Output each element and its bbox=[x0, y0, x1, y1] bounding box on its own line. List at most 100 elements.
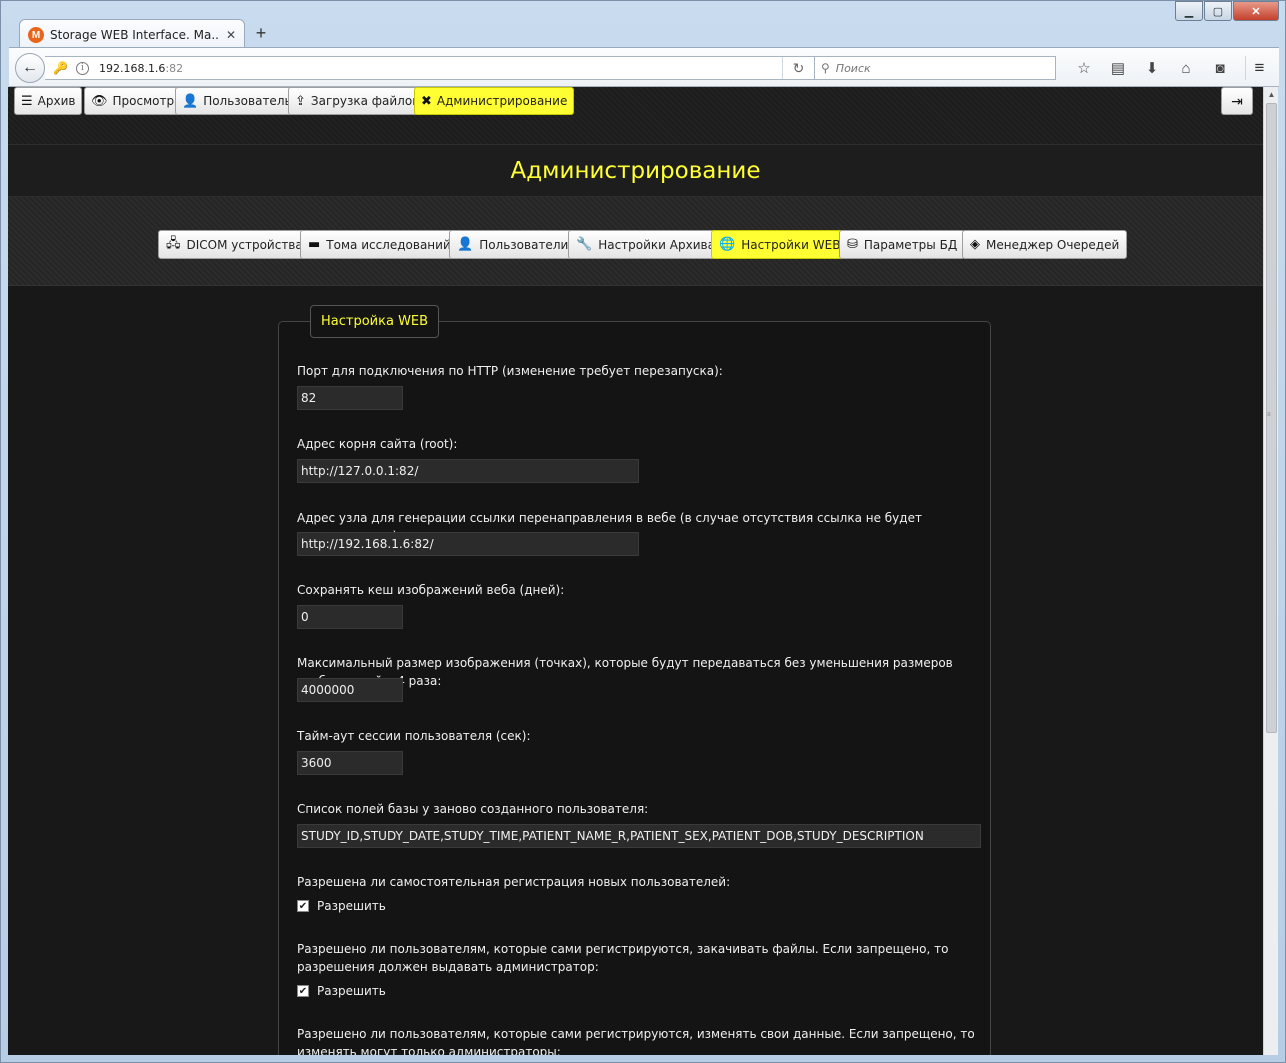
maximize-button[interactable]: ▢ bbox=[1204, 1, 1232, 21]
layers-icon: ◈ bbox=[970, 237, 980, 252]
top-menu: ☰ Архив 👁 Просмотр 👤 Пользователь ⇪ Загрузка… bbox=[8, 87, 1263, 144]
self-registration-checkbox[interactable]: ✔ bbox=[297, 900, 309, 912]
subnav-volumes-label: Тома исследований bbox=[326, 237, 451, 252]
subnav-users-label: Пользователи bbox=[479, 237, 569, 252]
session-timeout-input[interactable] bbox=[297, 751, 403, 775]
self-registration-option-label: Разрешить bbox=[317, 899, 386, 913]
scroll-up-icon[interactable]: ▲ bbox=[1264, 87, 1279, 102]
cache-days-input[interactable] bbox=[297, 605, 403, 629]
toolbar-icons: ☆ ▤ ⬇ ⌂ ◙ bbox=[1067, 56, 1237, 80]
self-registration-option[interactable]: ✔ Разрешить bbox=[297, 899, 386, 913]
subnav-web-label: Настройки WEB bbox=[741, 237, 841, 252]
http-port-input[interactable] bbox=[297, 386, 403, 410]
home-icon[interactable]: ⌂ bbox=[1169, 56, 1203, 80]
user-icon: 👤 bbox=[457, 237, 474, 252]
address-bar[interactable]: 🔑 i 192.168.1.6:82 ↻ bbox=[45, 56, 815, 80]
upload-permission-checkbox[interactable]: ✔ bbox=[297, 985, 309, 997]
navigation-toolbar: ← 🔑 i 192.168.1.6:82 ↻ ⚲ ☆ ▤ ⬇ ⌂ ◙ ≡ bbox=[9, 47, 1279, 87]
new-tab-button[interactable]: + bbox=[251, 23, 271, 44]
logout-button[interactable]: ⇥ bbox=[1221, 87, 1253, 115]
upload-icon: ⇪ bbox=[295, 93, 306, 109]
menu-upload-label: Загрузка файлов bbox=[310, 94, 420, 108]
tab-title: Storage WEB Interface. Ma... bbox=[50, 28, 220, 42]
menu-view-button[interactable]: 👁 Просмотр bbox=[84, 87, 182, 115]
menu-view-label: Просмотр bbox=[112, 94, 175, 108]
download-icon[interactable]: ⬇ bbox=[1135, 56, 1169, 80]
fieldset-legend: Настройка WEB bbox=[310, 305, 440, 338]
scrollbar-grip-icon: ≡ bbox=[1267, 412, 1271, 418]
upload-permission-option[interactable]: ✔ Разрешить bbox=[297, 984, 386, 998]
root-address-input[interactable] bbox=[297, 459, 639, 483]
subnav-dicom-devices[interactable]: 🖧 DICOM устройства bbox=[158, 230, 311, 259]
cache-days-label: Сохранять кеш изображений веба (дней): bbox=[297, 583, 565, 597]
subnav-db-params[interactable]: ⛁ Параметры БД bbox=[839, 230, 966, 259]
close-window-button[interactable]: ✕ bbox=[1233, 1, 1279, 21]
redirect-host-input[interactable] bbox=[297, 532, 639, 556]
menu-user-label: Пользователь bbox=[203, 94, 292, 108]
arrow-left-icon: ← bbox=[22, 59, 38, 76]
admin-subnav: 🖧 DICOM устройства ▬ Тома исследований 👤 По… bbox=[8, 197, 1263, 286]
subnav-archive-label: Настройки Архива bbox=[598, 237, 715, 252]
edit-data-permission-label: Разрешено ли пользователям, которые сами… bbox=[297, 1027, 975, 1055]
upload-permission-option-label: Разрешить bbox=[317, 984, 386, 998]
subnav-study-volumes[interactable]: ▬ Тома исследований bbox=[300, 230, 459, 259]
site-favicon-icon: M bbox=[28, 27, 44, 43]
window-controls: ▁ ▢ ✕ bbox=[1174, 1, 1279, 21]
subnav-queue-manager[interactable]: ◈ Менеджер Очередей bbox=[962, 230, 1128, 259]
tab-strip: M Storage WEB Interface. Ma... ✕ + bbox=[9, 5, 1279, 50]
menu-admin-button[interactable]: ✖ Администрирование bbox=[414, 87, 575, 115]
list-icon: ☰ bbox=[21, 93, 33, 109]
menu-upload-button[interactable]: ⇪ Загрузка файлов bbox=[288, 87, 427, 115]
network-icon: 🖧 bbox=[166, 235, 181, 251]
max-image-size-input[interactable] bbox=[297, 678, 403, 702]
session-timeout-label: Тайм-аут сессии пользователя (сек): bbox=[297, 729, 531, 743]
tab-close-icon[interactable]: ✕ bbox=[226, 28, 236, 42]
title-band: Администрирование bbox=[8, 144, 1263, 197]
database-icon: ⛁ bbox=[847, 237, 858, 252]
subnav-users[interactable]: 👤 Пользователи bbox=[449, 230, 577, 259]
web-settings-fieldset: Настройка WEB Порт для подключения по HT… bbox=[278, 305, 991, 1055]
subnav-dicom-label: DICOM устройства bbox=[186, 237, 303, 252]
menu-archive-button[interactable]: ☰ Архив bbox=[14, 87, 83, 115]
globe-icon: 🌐 bbox=[719, 237, 736, 252]
wrench-icon: 🔧 bbox=[576, 237, 593, 252]
search-bar[interactable]: ⚲ bbox=[814, 56, 1056, 80]
minimize-button[interactable]: ▁ bbox=[1175, 1, 1203, 21]
default-fields-label: Список полей базы у заново созданного по… bbox=[297, 802, 649, 816]
logout-icon: ⇥ bbox=[1231, 92, 1243, 109]
pocket-icon[interactable]: ◙ bbox=[1203, 56, 1237, 80]
upload-permission-label: Разрешено ли пользователям, которые сами… bbox=[297, 942, 949, 974]
menu-archive-label: Архив bbox=[37, 94, 76, 108]
bookmark-star-icon[interactable]: ☆ bbox=[1067, 56, 1101, 80]
back-button[interactable]: ← bbox=[15, 53, 45, 83]
default-fields-input[interactable] bbox=[297, 824, 981, 848]
page-title: Администрирование bbox=[510, 157, 761, 184]
subnav-web-settings[interactable]: 🌐 Настройки WEB bbox=[711, 230, 849, 259]
user-icon: 👤 bbox=[182, 93, 199, 109]
subnav-archive-settings[interactable]: 🔧 Настройки Архива bbox=[568, 230, 723, 259]
reload-icon[interactable]: ↻ bbox=[782, 57, 814, 79]
key-icon[interactable]: 🔑 bbox=[53, 61, 68, 75]
self-registration-label: Разрешена ли самостоятельная регистрация… bbox=[297, 875, 731, 889]
search-icon: ⚲ bbox=[821, 61, 830, 75]
url-text: 192.168.1.6:82 bbox=[99, 62, 183, 75]
info-icon[interactable]: i bbox=[75, 61, 89, 75]
http-port-label: Порт для подключения по HTTP (изменение … bbox=[297, 364, 723, 378]
menu-user-button[interactable]: 👤 Пользователь bbox=[175, 87, 299, 115]
menu-admin-label: Администрирование bbox=[436, 94, 568, 108]
search-input[interactable] bbox=[835, 61, 1036, 75]
scrollbar-thumb[interactable] bbox=[1266, 103, 1277, 733]
root-address-label: Адрес корня сайта (root): bbox=[297, 437, 458, 451]
url-host: 192.168.1.6 bbox=[98, 61, 166, 75]
hamburger-menu-icon[interactable]: ≡ bbox=[1245, 56, 1273, 80]
url-port: :82 bbox=[165, 61, 184, 75]
subnav-queue-label: Менеджер Очередей bbox=[986, 237, 1120, 252]
browser-tab[interactable]: M Storage WEB Interface. Ma... ✕ bbox=[19, 19, 245, 50]
folder-icon: ▬ bbox=[308, 237, 321, 252]
reading-list-icon[interactable]: ▤ bbox=[1101, 56, 1135, 80]
tools-icon: ✖ bbox=[421, 93, 432, 109]
eye-icon: 👁 bbox=[91, 93, 108, 109]
page-viewport: ☰ Архив 👁 Просмотр 👤 Пользователь ⇪ Загрузка… bbox=[8, 87, 1263, 1055]
subnav-db-label: Параметры БД bbox=[863, 237, 958, 252]
page-scrollbar[interactable]: ▲ ≡ bbox=[1263, 87, 1278, 1055]
